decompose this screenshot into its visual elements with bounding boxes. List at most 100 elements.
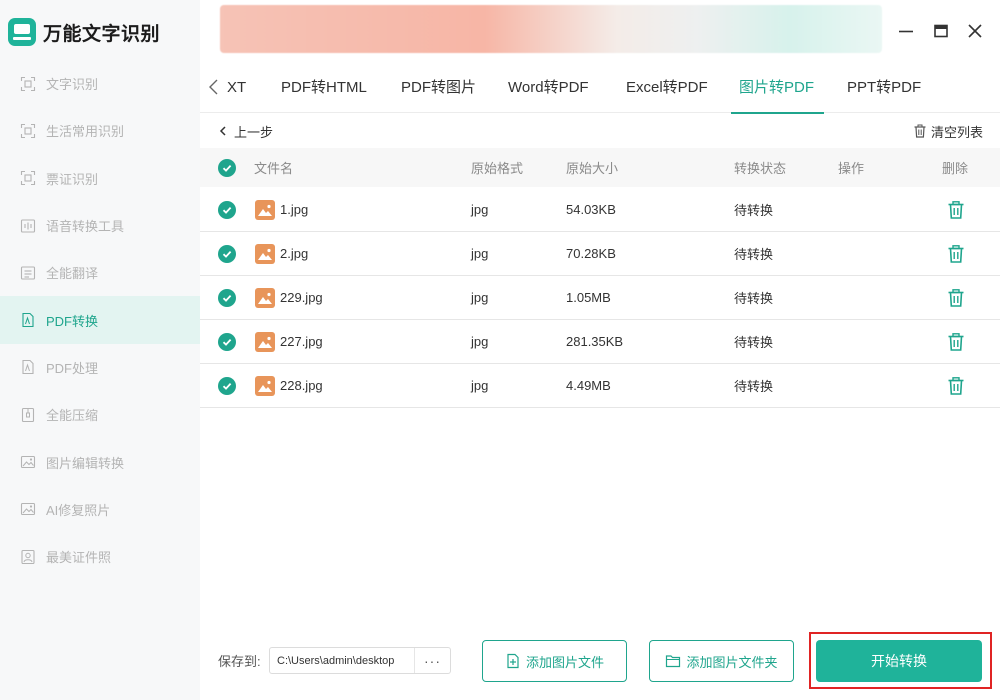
ad-banner[interactable] [220, 5, 882, 53]
save-path-value[interactable]: C:\Users\admin\desktop [270, 655, 414, 667]
delete-row-icon[interactable] [946, 320, 966, 363]
back-button[interactable]: 上一步 [218, 122, 273, 140]
file-name: 229.jpg [280, 290, 323, 305]
table-row[interactable]: 2.jpg jpg 70.28KB 待转换 [200, 232, 1000, 276]
tab-ppt-to-pdf[interactable]: PPT转PDF [847, 63, 921, 113]
file-name-cell: 2.jpg [255, 232, 308, 275]
sidebar-nav: 文字识别 生活常用识别票证识别语音转换工具 全能翻译 PDF转换 PDF处理全能压缩图片… [0, 60, 200, 580]
file-format: jpg [471, 290, 489, 305]
tab-pdf-to-html[interactable]: PDF转HTML [281, 63, 367, 113]
header-status: 转换状态 [734, 161, 787, 176]
sidebar-item-6[interactable]: PDF转换 [0, 296, 200, 344]
sidebar-item-label: 票证识别 [46, 171, 99, 187]
check-icon [218, 376, 236, 395]
add-image-folder-label: 添加图片文件夹 [686, 654, 778, 670]
save-to-label: 保存到: [218, 654, 261, 669]
sidebar-item-8[interactable]: 全能压缩 [0, 391, 200, 438]
sidebar-item-9[interactable]: 图片编辑转换 [0, 438, 200, 485]
file-name: 2.jpg [280, 246, 309, 261]
compress-icon [20, 407, 36, 423]
table-row[interactable]: 229.jpg jpg 1.05MB 待转换 [200, 276, 1000, 320]
convert-status: 待转换 [734, 335, 774, 350]
sidebar-item-4[interactable]: 语音转换工具 [0, 202, 200, 249]
save-path-field[interactable]: C:\Users\admin\desktop ··· [269, 647, 451, 674]
image-file-icon [255, 287, 275, 308]
translate-icon [20, 265, 36, 281]
header-action: 操作 [838, 161, 865, 176]
add-image-files-label: 添加图片文件 [525, 654, 604, 670]
app-logo-icon [8, 18, 36, 46]
header-delete: 删除 [942, 161, 969, 176]
close-icon[interactable] [966, 22, 984, 40]
convert-status: 待转换 [734, 247, 774, 262]
sidebar-item-11[interactable]: 最美证件照 [0, 533, 200, 580]
id-photo-icon [20, 549, 36, 565]
file-name-cell: 1.jpg [255, 188, 308, 231]
start-convert-button[interactable]: 开始转换 [816, 640, 982, 682]
image-file-icon [255, 243, 275, 264]
convert-status: 待转换 [734, 379, 774, 394]
convert-status: 待转换 [734, 203, 774, 218]
audio-icon [20, 218, 36, 234]
sidebar-item-2[interactable]: 生活常用识别 [0, 107, 200, 154]
header-filename: 文件名 [254, 161, 294, 176]
image-file-icon [255, 331, 275, 352]
table-row[interactable]: 227.jpg jpg 281.35KB 待转换 [200, 320, 1000, 364]
table-row[interactable]: 1.jpg jpg 54.03KB 待转换 [200, 188, 1000, 232]
pdf-icon [20, 359, 36, 375]
check-icon [218, 288, 236, 307]
delete-row-icon[interactable] [946, 188, 966, 231]
chevron-left-icon [219, 126, 226, 136]
maximize-icon[interactable] [932, 22, 950, 40]
sidebar-item-1[interactable]: 文字识别 [0, 60, 200, 107]
delete-row-icon[interactable] [946, 232, 966, 275]
trash-icon [914, 124, 926, 138]
sidebar-item-label: PDF处理 [46, 360, 99, 376]
row-checkbox[interactable] [218, 276, 236, 319]
row-checkbox[interactable] [218, 232, 236, 275]
tab-image-to-pdf[interactable]: 图片转PDF [730, 63, 825, 114]
tab-pdf-to-image[interactable]: PDF转图片 [401, 63, 476, 113]
row-checkbox[interactable] [218, 320, 236, 363]
file-name-cell: 229.jpg [255, 276, 323, 319]
add-image-files-button[interactable]: 添加图片文件 [482, 640, 627, 682]
image-icon [20, 454, 36, 470]
check-icon [218, 244, 236, 263]
header-size: 原始大小 [566, 161, 619, 176]
check-icon [218, 200, 236, 219]
sidebar-item-label: 图片编辑转换 [46, 455, 125, 471]
clear-list-label: 清空列表 [931, 124, 984, 140]
row-checkbox[interactable] [218, 188, 236, 231]
file-size: 4.49MB [566, 378, 611, 393]
table-row[interactable]: 228.jpg jpg 4.49MB 待转换 [200, 364, 1000, 408]
sidebar-item-3[interactable]: 票证识别 [0, 155, 200, 202]
convert-status: 待转换 [734, 291, 774, 306]
ocr-icon [20, 76, 36, 92]
file-name-cell: 228.jpg [255, 364, 323, 407]
app-window: 万能文字识别 文字识别 生活常用识别票证识别语音转换工具 全能翻译 PDF转换 PDF处… [0, 0, 1000, 700]
delete-row-icon[interactable] [946, 276, 966, 319]
brand: 万能文字识别 [8, 16, 160, 48]
browse-button[interactable]: ··· [414, 648, 450, 673]
row-checkbox[interactable] [218, 364, 236, 407]
file-name: 227.jpg [280, 334, 323, 349]
tab-xt[interactable]: XT [227, 63, 246, 113]
ocr-icon [20, 123, 36, 139]
sidebar-item-5[interactable]: 全能翻译 [0, 249, 200, 296]
select-all-checkbox[interactable] [218, 148, 236, 187]
sidebar-item-10[interactable]: AI修复照片 [0, 486, 200, 533]
sidebar-item-7[interactable]: PDF处理 [0, 344, 200, 391]
delete-row-icon[interactable] [946, 364, 966, 407]
image-file-icon [255, 199, 275, 220]
app-title: 万能文字识别 [43, 23, 161, 45]
image-icon [20, 501, 36, 517]
tab-excel-to-pdf[interactable]: Excel转PDF [626, 63, 708, 113]
file-size: 54.03KB [566, 202, 616, 217]
tab-word-to-pdf[interactable]: Word转PDF [508, 63, 589, 113]
add-image-folder-button[interactable]: 添加图片文件夹 [649, 640, 794, 682]
sidebar-item-label: AI修复照片 [46, 502, 111, 518]
clear-list-button[interactable]: 清空列表 [913, 122, 983, 140]
folder-icon [666, 655, 681, 668]
check-icon [218, 158, 236, 177]
minimize-icon[interactable] [897, 22, 915, 40]
